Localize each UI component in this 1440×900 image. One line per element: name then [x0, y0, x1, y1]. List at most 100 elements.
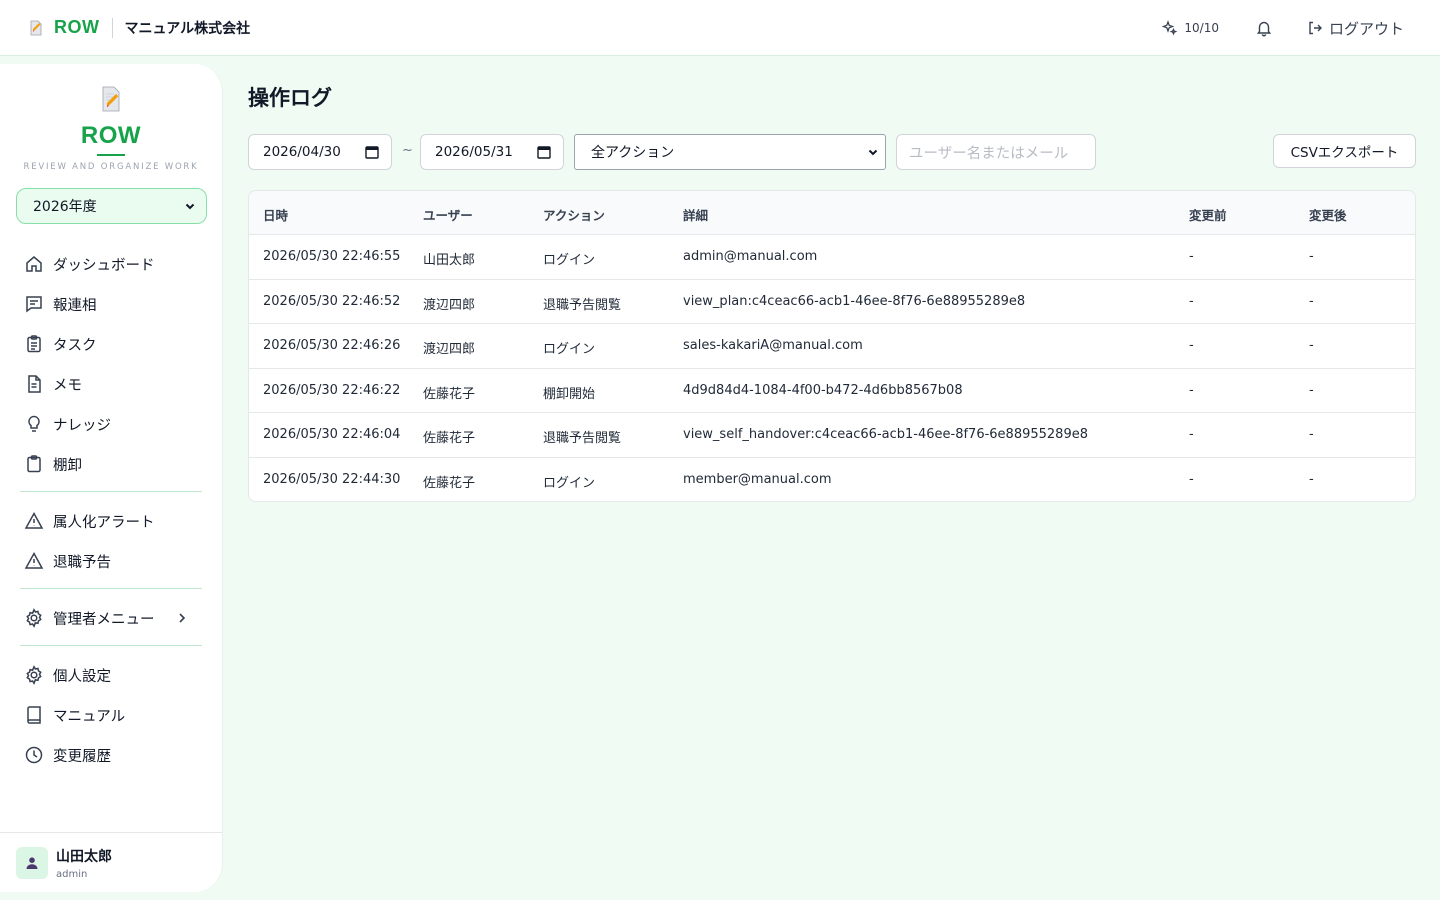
lightbulb-icon	[28, 415, 40, 432]
column-header[interactable]: 変更前	[1189, 205, 1227, 224]
sidebar-item-label: 変更履歴	[53, 748, 111, 765]
logout-button[interactable]: ログアウト	[1307, 18, 1404, 39]
warning-icon	[24, 551, 44, 569]
app-logo-icon	[30, 20, 42, 35]
cell-detail: sales-kakariA@manual.com	[683, 338, 863, 353]
cell-before: -	[1189, 338, 1194, 353]
sidebar-item-label: タスク	[53, 337, 97, 354]
date-from-value: 2026/04/30	[263, 144, 341, 160]
sidebar: ROW REVIEW AND ORGANIZE WORK 2026年度 ダッシュ…	[0, 64, 223, 892]
divider	[111, 17, 113, 38]
brand-name: ROW	[54, 17, 100, 37]
ai-usage-label: 10/10	[1184, 21, 1219, 35]
column-header[interactable]: 変更後	[1309, 205, 1347, 224]
cell-after: -	[1309, 293, 1314, 309]
sidebar-item-admin-menu[interactable]: 管理者メニュー	[0, 598, 222, 638]
filter-bar: 2026/04/30 ~ 2026/05/31 全アクション ユーザー名またはメ…	[248, 134, 1416, 170]
cell-user: 佐藤花子	[423, 431, 476, 446]
table-row[interactable]: 2026/05/30 22:46:26 渡辺四郎 ログイン sales-kaka…	[249, 324, 1415, 369]
cell-datetime: 2026/05/30 22:46:52	[263, 293, 401, 309]
cell-datetime: 2026/05/30 22:46:55	[263, 249, 401, 264]
logout-icon	[1309, 21, 1322, 35]
fiscal-year-value: 2026年度	[33, 199, 97, 215]
operation-log-table: 日時 ユーザー アクション 詳細 変更前 変更後 2026/05/30 22:4…	[248, 190, 1416, 502]
sidebar-item-dependency-alert[interactable]: 属人化アラート	[0, 501, 222, 541]
date-to-input[interactable]: 2026/05/31	[420, 134, 564, 170]
date-to-value: 2026/05/31	[435, 144, 513, 160]
cell-before: -	[1189, 382, 1194, 398]
clipboard-icon	[27, 335, 41, 353]
divider	[20, 588, 202, 589]
sidebar-item-label: 報連相	[53, 297, 97, 314]
book-icon	[27, 706, 41, 724]
calendar-icon[interactable]	[365, 145, 379, 159]
fiscal-year-select[interactable]: 2026年度	[16, 188, 207, 224]
table-row[interactable]: 2026/05/30 22:46:52 渡辺四郎 退職予告閲覧 view_pla…	[249, 280, 1415, 324]
chevron-down-icon	[868, 149, 878, 156]
column-header[interactable]: ユーザー	[423, 205, 473, 224]
message-icon	[26, 296, 42, 313]
cell-detail: member@manual.com	[683, 471, 832, 487]
home-icon	[26, 256, 42, 272]
user-name: 山田太郎	[56, 848, 112, 865]
column-header[interactable]: 詳細	[683, 205, 708, 224]
column-header[interactable]: アクション	[543, 205, 605, 224]
sidebar-logo[interactable]: ROW REVIEW AND ORGANIZE WORK	[0, 64, 222, 172]
sidebar-item-change-history[interactable]: 変更履歴	[0, 735, 222, 775]
table-row[interactable]: 2026/05/30 22:46:55 山田太郎 ログイン admin@manu…	[249, 235, 1415, 280]
bell-icon	[1256, 21, 1272, 37]
cell-user: 佐藤花子	[423, 386, 476, 402]
sidebar-item-knowledge[interactable]: ナレッジ	[0, 404, 222, 444]
sidebar-nav: ダッシュボード 報連相 タスク メモ ナレッジ 棚卸 属人化アラート 退職予告 …	[0, 244, 222, 775]
sidebar-item-tasks[interactable]: タスク	[0, 324, 222, 364]
column-header[interactable]: 日時	[263, 205, 288, 224]
cell-action: 棚卸開始	[543, 386, 596, 402]
action-filter-select[interactable]: 全アクション	[574, 134, 886, 170]
cell-before: -	[1189, 293, 1194, 309]
cell-user: 佐藤花子	[423, 475, 476, 491]
table-row[interactable]: 2026/05/30 22:46:22 佐藤花子 棚卸開始 4d9d84d4-1…	[249, 369, 1415, 413]
sparkle-icon	[1162, 20, 1178, 36]
divider	[20, 645, 202, 646]
action-filter-value: 全アクション	[591, 145, 675, 161]
cell-detail: 4d9d84d4-1084-4f00-b472-4d6bb8567b08	[683, 382, 963, 398]
sidebar-item-memo[interactable]: メモ	[0, 364, 222, 404]
cell-before: -	[1189, 249, 1194, 264]
csv-export-button[interactable]: CSVエクスポート	[1273, 134, 1416, 168]
sidebar-item-resignation[interactable]: 退職予告	[0, 541, 222, 581]
sidebar-item-reports[interactable]: 報連相	[0, 284, 222, 324]
clock-icon	[25, 746, 43, 764]
ai-usage-counter[interactable]: 10/10	[1162, 20, 1219, 36]
company-name: マニュアル株式会社	[124, 20, 251, 37]
date-range-separator: ~	[402, 143, 413, 158]
cell-action: ログイン	[543, 475, 596, 491]
brand[interactable]: ROW マニュアル株式会社	[28, 17, 250, 38]
sidebar-item-label: 属人化アラート	[53, 514, 155, 531]
cell-before: -	[1189, 471, 1194, 487]
sidebar-item-label: 個人設定	[53, 668, 111, 685]
cell-before: -	[1189, 427, 1194, 442]
sidebar-item-label: ナレッジ	[53, 417, 111, 434]
notifications-button[interactable]	[1255, 19, 1273, 37]
gear-icon	[26, 608, 42, 628]
sidebar-item-inventory[interactable]: 棚卸	[0, 444, 222, 484]
date-from-input[interactable]: 2026/04/30	[248, 134, 392, 170]
chevron-down-icon	[185, 203, 195, 210]
logout-label: ログアウト	[1328, 19, 1404, 38]
cell-after: -	[1309, 427, 1314, 442]
warning-icon	[24, 511, 44, 529]
cell-action: 退職予告閲覧	[543, 297, 622, 313]
sidebar-item-label: 棚卸	[53, 457, 82, 474]
divider	[20, 491, 202, 492]
user-search-input[interactable]: ユーザー名またはメール	[896, 134, 1096, 170]
current-user[interactable]: 山田太郎 admin	[0, 832, 222, 892]
sidebar-item-manual[interactable]: マニュアル	[0, 695, 222, 735]
sidebar-item-label: 退職予告	[53, 554, 111, 571]
table-row[interactable]: 2026/05/30 22:46:04 佐藤花子 退職予告閲覧 view_sel…	[249, 413, 1415, 458]
table-row[interactable]: 2026/05/30 22:44:30 佐藤花子 ログイン member@man…	[249, 458, 1415, 502]
sidebar-item-dashboard[interactable]: ダッシュボード	[0, 244, 222, 284]
calendar-icon[interactable]	[537, 145, 551, 159]
clipboard-blank-icon	[27, 455, 41, 473]
sidebar-item-personal-settings[interactable]: 個人設定	[0, 655, 222, 695]
cell-action: ログイン	[543, 342, 596, 357]
